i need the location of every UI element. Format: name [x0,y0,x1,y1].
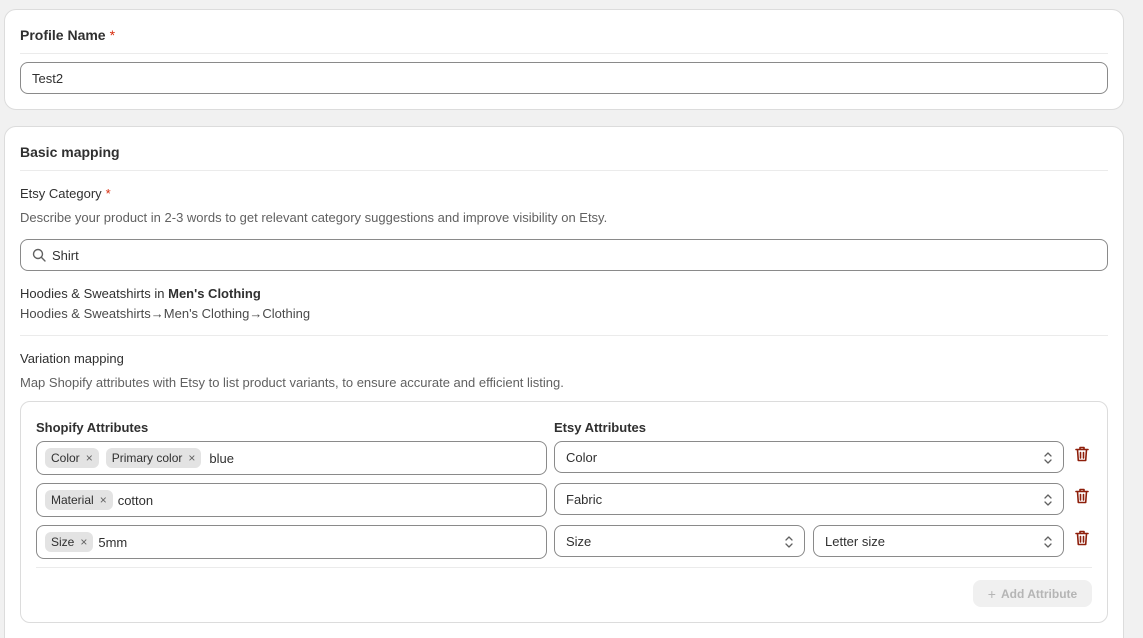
etsy-category-description: Describe your product in 2-3 words to ge… [20,210,608,225]
shopify-attribute-input[interactable]: Material × cotton [36,483,547,517]
basic-mapping-title: Basic mapping [20,144,120,160]
profile-name-label: Profile Name [20,27,106,43]
add-attribute-label: Add Attribute [1000,586,1078,601]
select-value: Letter size [825,533,885,549]
divider [20,170,1108,171]
etsy-attribute-select[interactable]: Size [554,525,805,557]
trash-icon[interactable] [1075,530,1089,546]
shopify-attribute-input[interactable]: Size × 5mm [36,525,547,559]
attribute-tag: Primary color × [105,448,202,468]
tag-label: Material [51,493,94,507]
etsy-category-heading: Etsy Category * [20,186,111,201]
divider [36,567,1092,568]
select-chevron-icon [785,536,793,548]
tag-label: Size [51,535,75,549]
attribute-input-value: blue [209,450,234,466]
profile-name-value: Test2 [32,70,64,86]
profile-card: Profile Name * Test2 [4,9,1124,110]
attribute-tag: Size × [45,532,94,552]
close-icon[interactable]: × [86,451,93,465]
etsy-sub-attribute-select[interactable]: Letter size [813,525,1064,557]
etsy-attribute-select[interactable]: Color [554,441,1064,473]
variation-mapping-table: Shopify Attributes Etsy Attributes Color… [20,401,1108,623]
profile-name-input[interactable]: Test2 [20,62,1108,94]
select-value: Color [566,449,598,465]
shopify-attributes-header: Shopify Attributes [36,420,149,435]
trash-icon[interactable] [1075,488,1089,504]
shopify-attribute-input[interactable]: Color × Primary color × blue [36,441,547,475]
select-chevron-icon [1044,536,1052,548]
close-icon[interactable]: × [188,451,195,465]
tag-label: Color [51,451,80,465]
variation-mapping-description: Map Shopify attributes with Etsy to list… [20,375,564,390]
trash-icon[interactable] [1075,446,1089,462]
divider [20,335,1108,336]
select-chevron-icon [1044,452,1052,464]
close-icon[interactable]: × [80,535,87,549]
category-result-path: Hoodies & Sweatshirts→Men's Clothing→Clo… [20,306,311,321]
add-attribute-button[interactable]: + Add Attribute [973,580,1092,607]
category-result[interactable]: Hoodies & Sweatshirts in Men's Clothing [20,286,261,301]
category-search-input[interactable]: Shirt [20,239,1108,271]
etsy-attributes-header: Etsy Attributes [554,420,646,435]
attribute-tag: Color × [45,448,99,468]
select-chevron-icon [1044,494,1052,506]
attribute-input-value: 5mm [98,534,128,550]
plus-icon: + [987,585,996,602]
required-mark: * [109,27,116,43]
etsy-category-label: Etsy Category [20,186,102,201]
attribute-input-value: cotton [117,492,154,508]
basic-mapping-card: Basic mapping Etsy Category * Describe yo… [4,126,1124,638]
attribute-tag: Material × [45,490,113,510]
category-result-parent: Men's Clothing [168,286,261,301]
etsy-attribute-select[interactable]: Fabric [554,483,1064,515]
required-mark: * [105,186,111,201]
variation-mapping-label: Variation mapping [20,351,124,366]
select-value: Size [566,533,592,549]
divider [20,53,1108,54]
category-search-value: Shirt [52,247,79,263]
search-icon [32,248,46,262]
category-result-name: Hoodies & Sweatshirts in [20,286,169,301]
select-value: Fabric [566,491,603,507]
profile-name-heading: Profile Name * [20,27,115,43]
close-icon[interactable]: × [100,493,107,507]
tag-label: Primary color [111,451,183,465]
